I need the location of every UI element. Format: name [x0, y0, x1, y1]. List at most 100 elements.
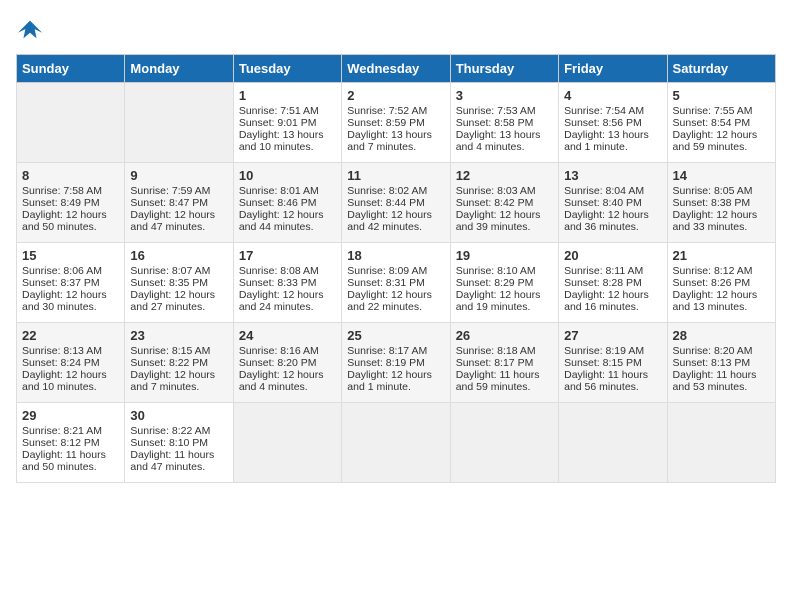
sunrise-text: Sunrise: 8:07 AM	[130, 265, 210, 277]
daylight-text: Daylight: 12 hours and 19 minutes.	[456, 289, 541, 313]
calendar-day-cell: 20Sunrise: 8:11 AMSunset: 8:28 PMDayligh…	[559, 243, 667, 323]
sunset-text: Sunset: 8:15 PM	[564, 357, 642, 369]
calendar-day-cell: 1Sunrise: 7:51 AMSunset: 9:01 PMDaylight…	[233, 83, 341, 163]
sunset-text: Sunset: 8:40 PM	[564, 197, 642, 209]
day-number: 22	[22, 328, 119, 343]
day-number: 16	[130, 248, 227, 263]
calendar-day-cell: 21Sunrise: 8:12 AMSunset: 8:26 PMDayligh…	[667, 243, 775, 323]
daylight-text: Daylight: 12 hours and 13 minutes.	[673, 289, 758, 313]
calendar-day-cell: 9Sunrise: 7:59 AMSunset: 8:47 PMDaylight…	[125, 163, 233, 243]
day-number: 29	[22, 408, 119, 423]
sunset-text: Sunset: 8:37 PM	[22, 277, 100, 289]
day-number: 11	[347, 168, 444, 183]
day-number: 28	[673, 328, 770, 343]
calendar-day-cell: 25Sunrise: 8:17 AMSunset: 8:19 PMDayligh…	[342, 323, 450, 403]
sunset-text: Sunset: 8:20 PM	[239, 357, 317, 369]
sunrise-text: Sunrise: 8:21 AM	[22, 425, 102, 437]
calendar-day-cell: 18Sunrise: 8:09 AMSunset: 8:31 PMDayligh…	[342, 243, 450, 323]
daylight-text: Daylight: 12 hours and 47 minutes.	[130, 209, 215, 233]
sunrise-text: Sunrise: 8:22 AM	[130, 425, 210, 437]
calendar-day-cell: 10Sunrise: 8:01 AMSunset: 8:46 PMDayligh…	[233, 163, 341, 243]
day-number: 21	[673, 248, 770, 263]
day-number: 5	[673, 88, 770, 103]
daylight-text: Daylight: 12 hours and 39 minutes.	[456, 209, 541, 233]
sunset-text: Sunset: 8:59 PM	[347, 117, 425, 129]
calendar-day-cell: 26Sunrise: 8:18 AMSunset: 8:17 PMDayligh…	[450, 323, 558, 403]
calendar-week-row: 8 Sunrise: 7:58 AMSunset: 8:49 PM Daylight…	[17, 163, 776, 243]
day-number: 23	[130, 328, 227, 343]
sunset-text: Sunset: 8:42 PM	[456, 197, 534, 209]
sunrise-text: Sunrise: 8:17 AM	[347, 345, 427, 357]
calendar-day-cell: 4Sunrise: 7:54 AMSunset: 8:56 PMDaylight…	[559, 83, 667, 163]
daylight-text: Daylight: 13 hours and 10 minutes.	[239, 129, 324, 153]
daylight-text: Daylight: 12 hours and 24 minutes.	[239, 289, 324, 313]
daylight-text: Daylight: 12 hours and 4 minutes.	[239, 369, 324, 393]
calendar-table: SundayMondayTuesdayWednesdayThursdayFrid…	[16, 54, 776, 483]
calendar-day-cell: 5Sunrise: 7:55 AMSunset: 8:54 PMDaylight…	[667, 83, 775, 163]
daylight-text: Daylight: 12 hours and 22 minutes.	[347, 289, 432, 313]
day-number: 26	[456, 328, 553, 343]
sunset-text: Sunset: 8:47 PM	[130, 197, 208, 209]
calendar-day-cell: 28Sunrise: 8:20 AMSunset: 8:13 PMDayligh…	[667, 323, 775, 403]
page-header	[16, 16, 776, 44]
weekday-header-monday: Monday	[125, 55, 233, 83]
sunrise-text: Sunrise: 8:16 AM	[239, 345, 319, 357]
sunrise-text: Sunrise: 8:13 AM	[22, 345, 102, 357]
daylight-text: Daylight: 11 hours and 56 minutes.	[564, 369, 648, 393]
day-number: 27	[564, 328, 661, 343]
calendar-day-cell: 8Sunrise: 7:58 AMSunset: 8:49 PMDaylight…	[17, 163, 125, 243]
calendar-day-cell: 3Sunrise: 7:53 AMSunset: 8:58 PMDaylight…	[450, 83, 558, 163]
daylight-text: Daylight: 12 hours and 27 minutes.	[130, 289, 215, 313]
weekday-header-wednesday: Wednesday	[342, 55, 450, 83]
day-number: 3	[456, 88, 553, 103]
calendar-day-cell: 29Sunrise: 8:21 AMSunset: 8:12 PMDayligh…	[17, 403, 125, 483]
calendar-day-cell: 24 Sunrise: 8:16 AMSunset: 8:20 PMDayligh…	[233, 323, 341, 403]
daylight-text: Daylight: 11 hours and 47 minutes.	[130, 449, 214, 473]
day-number: 14	[673, 168, 770, 183]
sunrise-text: Sunrise: 8:04 AM	[564, 185, 644, 197]
sunrise-text: Sunrise: 8:02 AM	[347, 185, 427, 197]
daylight-text: Daylight: 13 hours and 4 minutes.	[456, 129, 541, 153]
calendar-day-cell	[17, 83, 125, 163]
sunset-text: Sunset: 8:22 PM	[130, 357, 208, 369]
weekday-header-tuesday: Tuesday	[233, 55, 341, 83]
sunset-text: Sunset: 8:35 PM	[130, 277, 208, 289]
calendar-day-cell: 22Sunrise: 8:13 AMSunset: 8:24 PMDayligh…	[17, 323, 125, 403]
calendar-day-cell: 23 Sunrise: 8:15 AMSunset: 8:22 PMDayligh…	[125, 323, 233, 403]
sunrise-text: Sunrise: 8:18 AM	[456, 345, 536, 357]
day-number: 8	[22, 168, 119, 183]
day-number: 19	[456, 248, 553, 263]
calendar-day-cell	[559, 403, 667, 483]
calendar-day-cell: 11Sunrise: 8:02 AMSunset: 8:44 PMDayligh…	[342, 163, 450, 243]
sunset-text: Sunset: 8:49 PM	[22, 197, 100, 209]
day-number: 24	[239, 328, 336, 343]
daylight-text: Daylight: 11 hours and 50 minutes.	[22, 449, 106, 473]
sunset-text: Sunset: 8:58 PM	[456, 117, 534, 129]
calendar-day-cell: 2Sunrise: 7:52 AMSunset: 8:59 PMDaylight…	[342, 83, 450, 163]
calendar-week-row: 15Sunrise: 8:06 AMSunset: 8:37 PMDayligh…	[17, 243, 776, 323]
sunset-text: Sunset: 8:38 PM	[673, 197, 751, 209]
sunset-text: Sunset: 8:26 PM	[673, 277, 751, 289]
sunrise-text: Sunrise: 8:11 AM	[564, 265, 643, 277]
sunrise-text: Sunrise: 7:58 AM	[22, 185, 102, 197]
calendar-day-cell	[233, 403, 341, 483]
calendar-day-cell: 16 Sunrise: 8:07 AMSunset: 8:35 PMDayligh…	[125, 243, 233, 323]
calendar-day-cell: 12Sunrise: 8:03 AMSunset: 8:42 PMDayligh…	[450, 163, 558, 243]
day-number: 25	[347, 328, 444, 343]
calendar-week-row: 29Sunrise: 8:21 AMSunset: 8:12 PMDayligh…	[17, 403, 776, 483]
sunset-text: Sunset: 8:28 PM	[564, 277, 642, 289]
daylight-text: Daylight: 13 hours and 1 minute.	[564, 129, 649, 153]
sunrise-text: Sunrise: 8:15 AM	[130, 345, 210, 357]
sunrise-text: Sunrise: 7:51 AM	[239, 105, 319, 117]
day-number: 10	[239, 168, 336, 183]
day-number: 2	[347, 88, 444, 103]
daylight-text: Daylight: 12 hours and 7 minutes.	[130, 369, 215, 393]
calendar-day-cell	[667, 403, 775, 483]
sunrise-text: Sunrise: 8:09 AM	[347, 265, 427, 277]
logo-icon	[16, 16, 44, 44]
daylight-text: Daylight: 12 hours and 59 minutes.	[673, 129, 758, 153]
sunset-text: Sunset: 8:44 PM	[347, 197, 425, 209]
daylight-text: Daylight: 13 hours and 7 minutes.	[347, 129, 432, 153]
day-number: 12	[456, 168, 553, 183]
logo	[16, 16, 48, 44]
